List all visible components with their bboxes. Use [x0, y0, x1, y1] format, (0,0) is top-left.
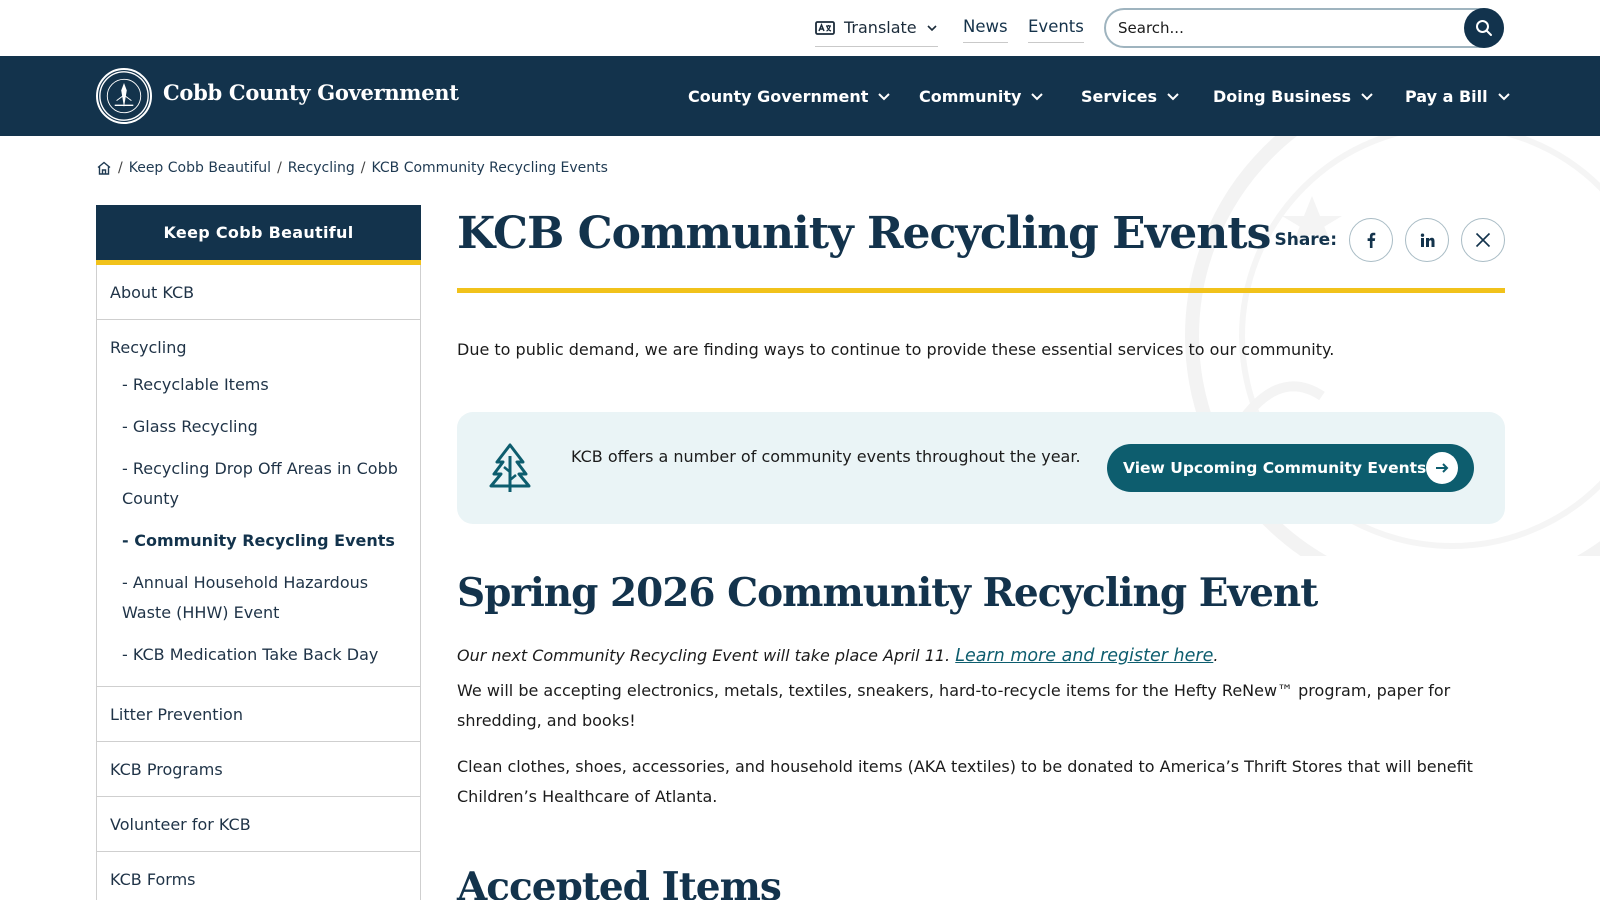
share-bar: Share: — [1274, 218, 1505, 262]
sidebar-group-recycling: Recycling - Recyclable Items - Glass Rec… — [97, 320, 420, 687]
nav-community[interactable]: Community — [919, 84, 1045, 108]
site-title[interactable]: Cobb County Government — [163, 80, 459, 105]
news-link[interactable]: News — [963, 17, 1008, 43]
chevron-down-icon — [1361, 93, 1373, 101]
nav-label: Doing Business — [1213, 86, 1352, 106]
chevron-down-icon — [1167, 93, 1179, 101]
translate-button[interactable]: Translate — [815, 15, 938, 47]
arrow-right-icon — [1426, 452, 1458, 484]
breadcrumb-separator: / — [360, 160, 366, 176]
nav-pay-a-bill[interactable]: Pay a Bill — [1405, 84, 1512, 108]
nav-label: Community — [919, 86, 1022, 106]
translate-icon — [815, 20, 835, 35]
sidebar-nav: Keep Cobb Beautiful About KCB Recycling … — [96, 205, 421, 900]
nav-doing-business[interactable]: Doing Business — [1213, 84, 1375, 108]
search-button[interactable] — [1464, 8, 1504, 48]
search-input[interactable] — [1118, 17, 1458, 39]
callout-text: KCB offers a number of community events … — [571, 447, 1081, 466]
nav-label: Services — [1081, 86, 1158, 106]
event-date-text: Our next Community Recycling Event will … — [457, 646, 1218, 666]
intro-text: Due to public demand, we are finding way… — [457, 340, 1335, 359]
x-icon — [1475, 232, 1491, 248]
textiles-paragraph: Clean clothes, shoes, accessories, and h… — [457, 757, 1473, 806]
sidebar-item-litter-prevention[interactable]: Litter Prevention — [97, 687, 420, 742]
nav-label: Pay a Bill — [1405, 86, 1488, 106]
breadcrumb-separator: / — [118, 160, 123, 176]
events-link[interactable]: Events — [1028, 17, 1084, 43]
breadcrumb: / Keep Cobb Beautiful / Recycling / KCB … — [96, 160, 608, 176]
breadcrumb-link-recycling[interactable]: Recycling — [288, 160, 355, 176]
sidebar-subitem-glass-recycling[interactable]: - Glass Recycling — [110, 412, 407, 442]
accepted-items-paragraph: We will be accepting electronics, metals… — [457, 681, 1451, 730]
page-title: KCB Community Recycling Events — [457, 208, 1271, 259]
chevron-down-icon — [1031, 93, 1044, 101]
facebook-icon — [1367, 232, 1376, 248]
share-label: Share: — [1274, 230, 1337, 250]
nav-county-government[interactable]: County Government — [688, 84, 892, 108]
sidebar-item-kcb-forms[interactable]: KCB Forms — [97, 852, 420, 900]
share-facebook-button[interactable] — [1349, 218, 1393, 262]
sidebar-item-kcb-programs[interactable]: KCB Programs — [97, 742, 420, 797]
nav-services[interactable]: Services — [1081, 84, 1181, 108]
sidebar-item-about-kcb[interactable]: About KCB — [97, 265, 420, 320]
sidebar-heading[interactable]: Keep Cobb Beautiful — [96, 205, 421, 265]
section-heading: Spring 2026 Community Recycling Event — [457, 570, 1318, 616]
search-icon — [1476, 20, 1492, 36]
sidebar-item-volunteer[interactable]: Volunteer for KCB — [97, 797, 420, 852]
sidebar-subitem-medication-take-back[interactable]: - KCB Medication Take Back Day — [110, 640, 407, 670]
event-date-sentence: Our next Community Recycling Event will … — [457, 646, 951, 665]
share-linkedin-button[interactable] — [1405, 218, 1449, 262]
breadcrumb-link-keep-cobb-beautiful[interactable]: Keep Cobb Beautiful — [129, 160, 271, 176]
tree-icon — [489, 443, 531, 492]
sidebar-subitem-community-recycling-events[interactable]: - Community Recycling Events — [110, 526, 407, 556]
main-navigation: Cobb County Government County Government… — [0, 56, 1600, 136]
linkedin-icon — [1420, 233, 1434, 247]
chevron-down-icon — [927, 24, 937, 31]
seal-logo[interactable] — [96, 68, 152, 124]
view-events-label: View Upcoming Community Events — [1123, 459, 1427, 477]
utility-bar: Translate News Events — [0, 0, 1600, 56]
sidebar-item-recycling[interactable]: Recycling — [110, 334, 407, 360]
register-link[interactable]: Learn more and register here — [955, 646, 1213, 666]
share-x-button[interactable] — [1461, 218, 1505, 262]
breadcrumb-current: KCB Community Recycling Events — [371, 160, 608, 176]
chevron-down-icon — [878, 93, 891, 101]
sidebar-subitem-drop-off-areas[interactable]: - Recycling Drop Off Areas in Cobb Count… — [110, 454, 407, 514]
events-callout: KCB offers a number of community events … — [457, 412, 1505, 524]
view-events-button[interactable]: View Upcoming Community Events — [1107, 444, 1474, 492]
breadcrumb-separator: / — [277, 160, 282, 176]
search-box — [1104, 8, 1504, 48]
nav-label: County Government — [688, 86, 869, 106]
event-date-suffix: . — [1213, 646, 1219, 665]
chevron-down-icon — [1497, 93, 1510, 101]
accepted-items-heading: Accepted Items — [457, 864, 782, 900]
sidebar-subitem-recyclable-items[interactable]: - Recyclable Items — [110, 370, 407, 400]
sidebar-subitem-hhw-event[interactable]: - Annual Household Hazardous Waste (HHW)… — [110, 568, 407, 628]
home-icon[interactable] — [96, 160, 112, 176]
translate-label: Translate — [844, 18, 917, 37]
title-divider — [457, 288, 1505, 293]
